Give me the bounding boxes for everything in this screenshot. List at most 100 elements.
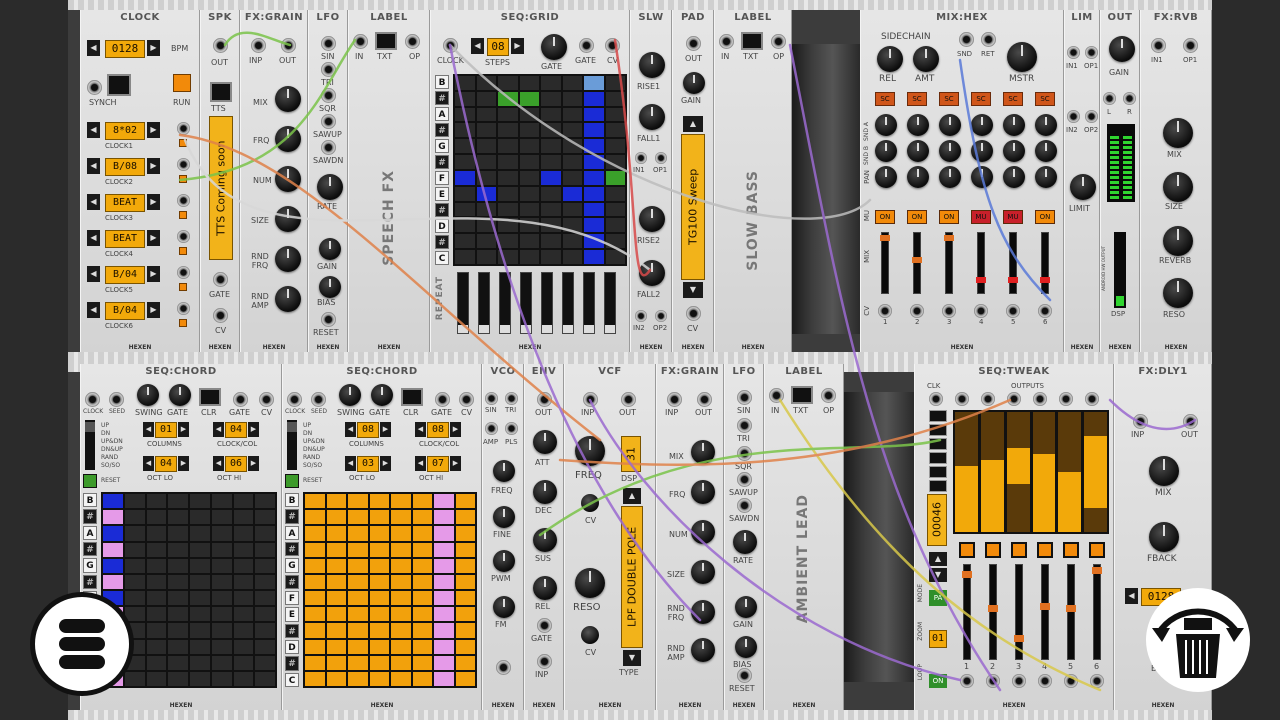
pan-knob[interactable] — [1003, 166, 1025, 188]
chord-cell[interactable] — [255, 542, 275, 557]
chord-cell[interactable] — [124, 591, 145, 606]
chord-cell[interactable] — [211, 607, 232, 622]
chord-cell[interactable] — [455, 558, 475, 573]
chord-cell[interactable] — [348, 574, 368, 589]
mode-option[interactable]: DN&UP — [101, 446, 123, 453]
clk-jack[interactable] — [929, 392, 943, 406]
reso-knob[interactable] — [575, 568, 605, 598]
chord-cell[interactable] — [211, 574, 232, 589]
lane-jack[interactable] — [960, 674, 974, 688]
output-jack[interactable] — [1059, 392, 1073, 406]
grid-cell[interactable] — [455, 170, 475, 185]
chord-cell[interactable] — [369, 607, 389, 622]
grid-cell[interactable] — [455, 76, 475, 90]
chord-cell[interactable] — [124, 671, 145, 686]
grid-cell[interactable] — [455, 139, 475, 154]
lane-jack[interactable] — [1064, 674, 1078, 688]
lane-jack[interactable] — [1038, 674, 1052, 688]
pwm-knob[interactable] — [493, 550, 515, 572]
rel-knob[interactable] — [533, 576, 557, 600]
grid-cell[interactable] — [519, 123, 539, 138]
limit-knob[interactable] — [1070, 174, 1096, 200]
in-jack[interactable] — [353, 34, 368, 49]
grid-cell[interactable] — [584, 250, 604, 264]
chord-cell[interactable] — [190, 526, 210, 541]
chord-cell[interactable] — [124, 558, 145, 573]
chord-cell[interactable] — [305, 574, 325, 589]
out-jack[interactable] — [621, 392, 636, 407]
out-jack[interactable] — [281, 38, 296, 53]
note-key[interactable]: # — [285, 623, 299, 638]
chord-cell[interactable] — [391, 655, 411, 670]
grid-cell[interactable] — [605, 234, 625, 249]
cv-jack[interactable] — [496, 660, 511, 675]
send-a-knob[interactable] — [971, 114, 993, 136]
pan-knob[interactable] — [875, 166, 897, 188]
chord-cell[interactable] — [103, 542, 123, 557]
sawdn-jack[interactable] — [737, 498, 752, 513]
size-knob[interactable] — [691, 560, 715, 584]
grid-cell[interactable] — [584, 155, 604, 169]
chord-cell[interactable] — [348, 558, 368, 573]
grid-cell[interactable] — [498, 107, 518, 122]
chord-cell[interactable] — [455, 671, 475, 686]
chord-cell[interactable] — [168, 623, 188, 638]
chord-cell[interactable] — [211, 623, 232, 638]
mix-knob[interactable] — [275, 86, 301, 112]
bias-knob[interactable] — [319, 276, 341, 298]
grid-cell[interactable] — [519, 186, 539, 201]
grid-cell[interactable] — [541, 107, 561, 122]
chord-cell[interactable] — [369, 494, 389, 509]
repeat-fader[interactable] — [562, 272, 574, 334]
chord-cell[interactable] — [146, 655, 167, 670]
in2-jack[interactable] — [1067, 110, 1080, 123]
chord-cell[interactable] — [348, 510, 368, 525]
grid-cell[interactable] — [584, 107, 604, 122]
chord-cell[interactable] — [391, 623, 411, 638]
op2-jack[interactable] — [1085, 110, 1098, 123]
grid-cell[interactable] — [519, 107, 539, 122]
clr-button[interactable] — [401, 388, 423, 406]
clock-jack[interactable] — [287, 392, 302, 407]
chord-cell[interactable] — [146, 591, 167, 606]
side-control-button[interactable] — [929, 480, 947, 492]
loop-on-button[interactable]: ON — [929, 674, 947, 688]
chord-cell[interactable] — [168, 639, 188, 654]
grid-cell[interactable] — [584, 123, 604, 138]
grid-cell[interactable] — [562, 139, 582, 154]
grid-cell[interactable] — [605, 202, 625, 217]
chord-cell[interactable] — [391, 494, 411, 509]
mode-option[interactable]: UP — [303, 422, 311, 429]
note-key[interactable]: # — [435, 235, 449, 249]
bpm-increment-button[interactable]: ▶ — [147, 40, 160, 56]
chord-cell[interactable] — [369, 542, 389, 557]
chord-cell[interactable] — [305, 655, 325, 670]
chord-cell[interactable] — [434, 510, 454, 525]
octlo-increment-button[interactable]: ▶ — [178, 456, 189, 471]
repeat-fader[interactable] — [583, 272, 595, 334]
grid-cell[interactable] — [455, 218, 475, 233]
step-up-button[interactable]: ▲ — [929, 552, 947, 566]
send-a-knob[interactable] — [1035, 114, 1057, 136]
rel-knob[interactable] — [877, 46, 903, 72]
note-key[interactable]: C — [435, 251, 449, 265]
bias-knob[interactable] — [735, 636, 757, 658]
grid-cell[interactable] — [498, 234, 518, 249]
chord-cell[interactable] — [412, 558, 432, 573]
octlo-increment-button[interactable]: ▶ — [380, 456, 391, 471]
chord-cell[interactable] — [190, 671, 210, 686]
grid-cell[interactable] — [498, 202, 518, 217]
bpm-decrement-button[interactable]: ◀ — [87, 40, 100, 56]
gain-knob[interactable] — [319, 238, 341, 260]
grid-cell[interactable] — [562, 250, 582, 264]
grid-cell[interactable] — [455, 186, 475, 201]
octhi-increment-button[interactable]: ▶ — [248, 456, 259, 471]
note-key[interactable]: # — [285, 542, 299, 557]
chord-cell[interactable] — [190, 623, 210, 638]
send-a-knob[interactable] — [907, 114, 929, 136]
left-jack[interactable] — [1103, 92, 1116, 105]
octlo-decrement-button[interactable]: ◀ — [143, 456, 154, 471]
octlo-decrement-button[interactable]: ◀ — [345, 456, 356, 471]
mix-knob[interactable] — [691, 440, 715, 464]
sqr-jack[interactable] — [321, 88, 336, 103]
